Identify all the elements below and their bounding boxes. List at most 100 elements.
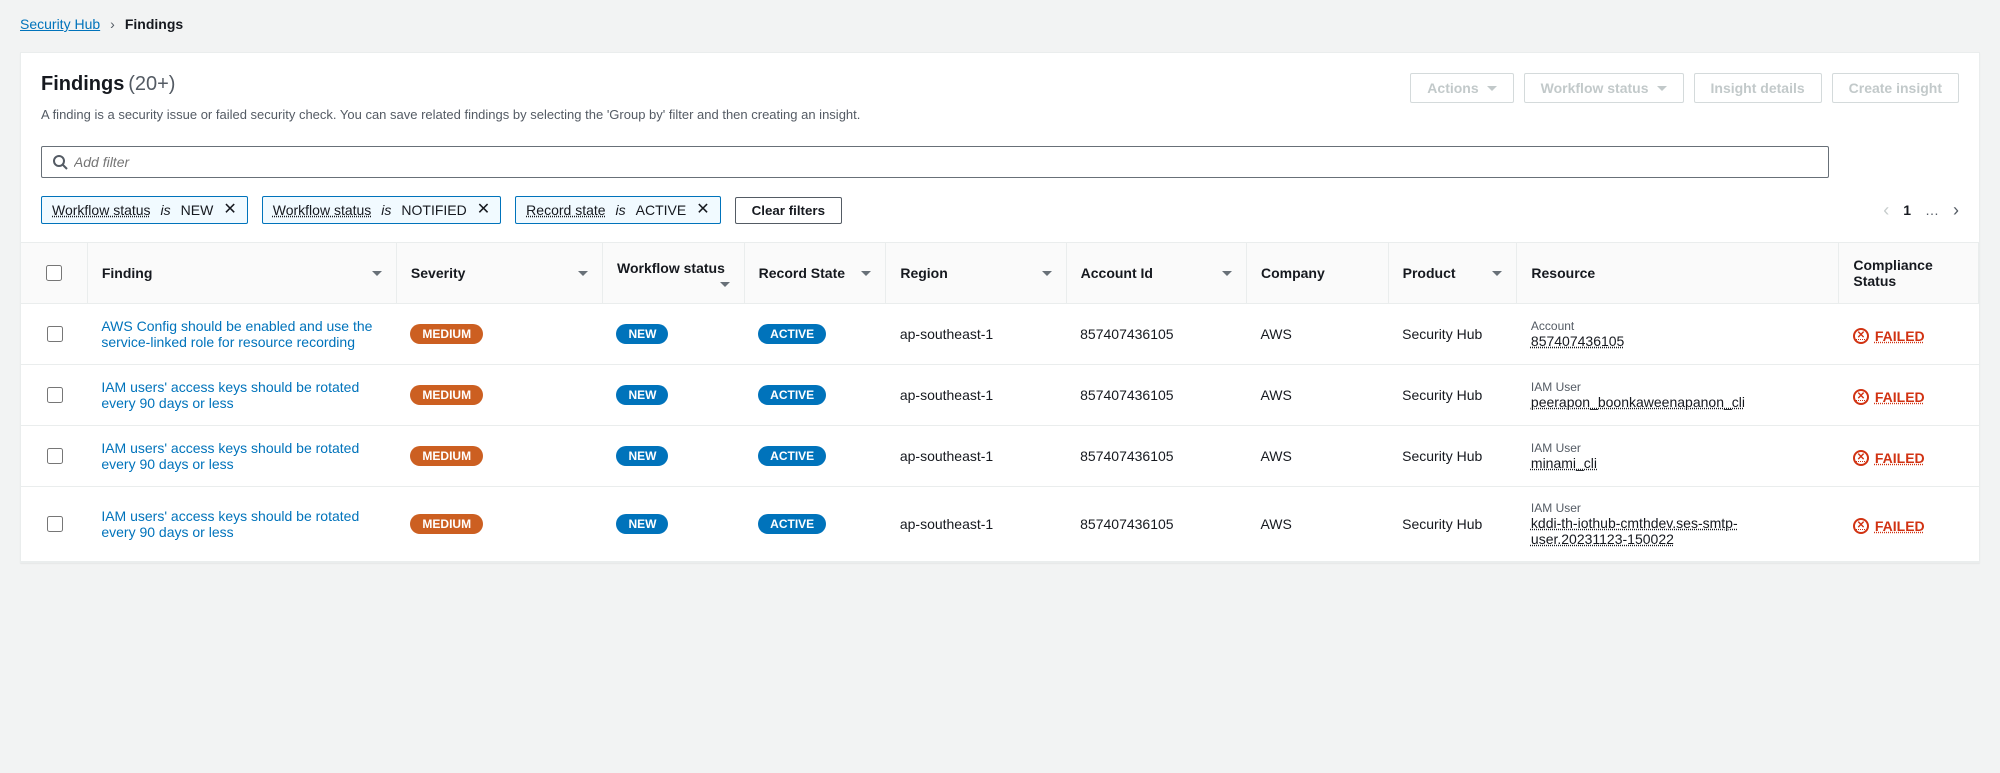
filter-input[interactable]	[72, 153, 1818, 171]
filter-chip[interactable]: Workflow status is NOTIFIED ✕	[262, 196, 501, 224]
search-icon	[52, 154, 68, 170]
region-cell: ap-southeast-1	[886, 487, 1066, 562]
pager-page[interactable]: 1	[1903, 202, 1911, 218]
finding-link[interactable]: IAM users' access keys should be rotated…	[101, 440, 359, 472]
account-cell: 857407436105	[1066, 304, 1246, 365]
compliance-status[interactable]: ✕FAILED	[1853, 518, 1925, 534]
col-severity[interactable]: Severity	[396, 243, 602, 304]
actions-button[interactable]: Actions	[1410, 73, 1513, 103]
resource-value[interactable]: peerapon_boonkaweenapanon_cli	[1531, 394, 1745, 410]
table-row: AWS Config should be enabled and use the…	[21, 304, 1979, 365]
breadcrumb-root[interactable]: Security Hub	[20, 16, 100, 32]
breadcrumb-current: Findings	[125, 16, 183, 32]
sort-icon	[1492, 271, 1502, 276]
compliance-status[interactable]: ✕FAILED	[1853, 450, 1925, 466]
workflow-badge: NEW	[616, 324, 668, 344]
create-insight-button-label: Create insight	[1849, 80, 1942, 96]
finding-link[interactable]: IAM users' access keys should be rotated…	[101, 379, 359, 411]
account-cell: 857407436105	[1066, 426, 1246, 487]
record-state-badge: ACTIVE	[758, 514, 826, 534]
resource-type: IAM User	[1531, 441, 1825, 455]
compliance-status[interactable]: ✕FAILED	[1853, 328, 1925, 344]
col-finding[interactable]: Finding	[87, 243, 396, 304]
fail-icon: ✕	[1853, 518, 1869, 534]
chip-op: is	[381, 202, 391, 218]
pager-ellipsis: …	[1925, 202, 1939, 218]
resource-value[interactable]: kddi-th-iothub-cmthdev.ses-smtp-user.202…	[1531, 515, 1738, 547]
close-icon[interactable]: ✕	[696, 202, 709, 218]
row-checkbox[interactable]	[47, 387, 63, 403]
account-cell: 857407436105	[1066, 365, 1246, 426]
row-checkbox[interactable]	[47, 326, 63, 342]
company-cell: AWS	[1246, 487, 1388, 562]
table-row: IAM users' access keys should be rotated…	[21, 426, 1979, 487]
filter-chip[interactable]: Workflow status is NEW✕	[41, 196, 248, 224]
caret-down-icon	[1487, 86, 1497, 91]
product-cell: Security Hub	[1388, 304, 1517, 365]
findings-panel: Findings (20+) Actions Workflow status I…	[20, 52, 1980, 563]
chip-value: NOTIFIED	[401, 202, 466, 218]
col-product[interactable]: Product	[1388, 243, 1517, 304]
breadcrumb: Security Hub › Findings	[20, 16, 1980, 32]
finding-link[interactable]: IAM users' access keys should be rotated…	[101, 508, 359, 540]
col-record-state[interactable]: Record State	[744, 243, 886, 304]
col-region[interactable]: Region	[886, 243, 1066, 304]
severity-badge: MEDIUM	[410, 446, 483, 466]
severity-badge: MEDIUM	[410, 514, 483, 534]
page-title: Findings	[41, 73, 124, 95]
pager-next[interactable]: ›	[1953, 201, 1959, 219]
product-cell: Security Hub	[1388, 365, 1517, 426]
compliance-status[interactable]: ✕FAILED	[1853, 389, 1925, 405]
chip-label: Workflow status	[273, 202, 372, 218]
fail-icon: ✕	[1853, 328, 1869, 344]
account-cell: 857407436105	[1066, 487, 1246, 562]
resource-type: IAM User	[1531, 380, 1825, 394]
resource-cell: IAM Userminami_cli	[1517, 426, 1839, 487]
table-row: IAM users' access keys should be rotated…	[21, 365, 1979, 426]
resource-value[interactable]: 857407436105	[1531, 333, 1624, 349]
caret-down-icon	[1657, 86, 1667, 91]
resource-value[interactable]: minami_cli	[1531, 455, 1597, 471]
row-checkbox[interactable]	[47, 448, 63, 464]
sort-icon	[578, 271, 588, 276]
close-icon[interactable]: ✕	[477, 202, 490, 218]
fail-icon: ✕	[1853, 450, 1869, 466]
select-all-checkbox[interactable]	[46, 265, 62, 281]
pager: ‹ 1 … ›	[1883, 201, 1959, 219]
col-account-id[interactable]: Account Id	[1066, 243, 1246, 304]
close-icon[interactable]: ✕	[223, 202, 236, 218]
region-cell: ap-southeast-1	[886, 304, 1066, 365]
resource-cell: IAM Userpeerapon_boonkaweenapanon_cli	[1517, 365, 1839, 426]
col-workflow[interactable]: Workflow status	[602, 243, 744, 304]
row-checkbox[interactable]	[47, 516, 63, 532]
fail-icon: ✕	[1853, 389, 1869, 405]
sort-icon	[720, 282, 730, 287]
record-state-badge: ACTIVE	[758, 385, 826, 405]
col-resource[interactable]: Resource	[1517, 243, 1839, 304]
product-cell: Security Hub	[1388, 426, 1517, 487]
company-cell: AWS	[1246, 365, 1388, 426]
chip-value: NEW	[181, 202, 214, 218]
workflow-badge: NEW	[616, 446, 668, 466]
filter-chip[interactable]: Record state is ACTIVE✕	[515, 196, 720, 224]
table-row: IAM users' access keys should be rotated…	[21, 487, 1979, 562]
page-subtitle: A finding is a security issue or failed …	[41, 107, 1959, 122]
resource-type: Account	[1531, 319, 1825, 333]
chip-label: Workflow status	[52, 202, 151, 218]
create-insight-button[interactable]: Create insight	[1832, 73, 1959, 103]
col-company[interactable]: Company	[1246, 243, 1388, 304]
insight-details-button[interactable]: Insight details	[1694, 73, 1822, 103]
region-cell: ap-southeast-1	[886, 426, 1066, 487]
workflow-status-button[interactable]: Workflow status	[1524, 73, 1684, 103]
clear-filters-button[interactable]: Clear filters	[735, 197, 842, 224]
sort-icon	[861, 271, 871, 276]
record-state-badge: ACTIVE	[758, 324, 826, 344]
col-compliance[interactable]: Compliance Status	[1839, 243, 1979, 304]
filter-input-wrap[interactable]	[41, 146, 1829, 178]
workflow-badge: NEW	[616, 385, 668, 405]
severity-badge: MEDIUM	[410, 385, 483, 405]
sort-icon	[1222, 271, 1232, 276]
finding-link[interactable]: AWS Config should be enabled and use the…	[101, 318, 372, 350]
pager-prev[interactable]: ‹	[1883, 201, 1889, 219]
chip-label: Record state	[526, 202, 605, 218]
